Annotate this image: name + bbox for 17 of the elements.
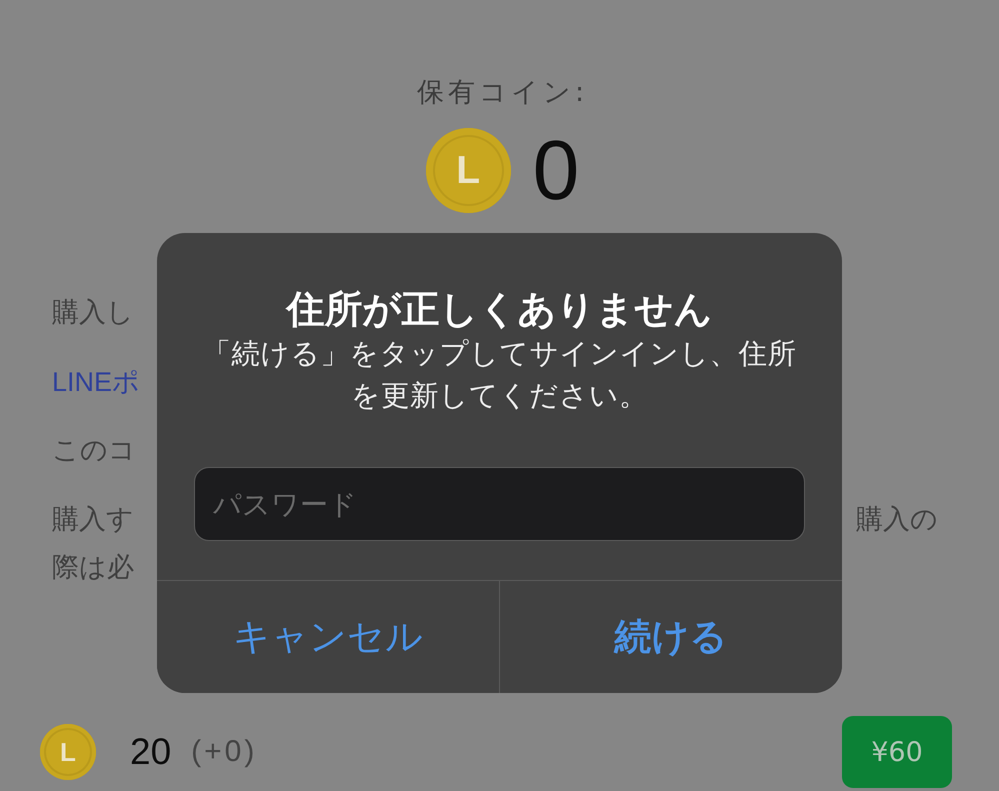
body-text: 購入の bbox=[856, 503, 938, 537]
coin-icon: L bbox=[40, 724, 96, 780]
body-text: 購入し bbox=[52, 296, 134, 330]
link[interactable]: LINEポ bbox=[52, 364, 140, 400]
body-text: 際は必 bbox=[52, 551, 134, 585]
coin-icon: L bbox=[426, 128, 511, 213]
password-field[interactable]: パスワード bbox=[194, 467, 805, 541]
bonus-amount: (+0) bbox=[191, 735, 258, 769]
coin-balance-label: 保有コイン: bbox=[416, 76, 588, 110]
coin-amount: 20 bbox=[130, 731, 172, 773]
body-text: 購入す bbox=[52, 503, 134, 537]
price-button[interactable]: ¥60 bbox=[842, 716, 952, 788]
continue-button[interactable]: 続ける bbox=[499, 581, 842, 693]
dialog-title: 住所が正しくありません bbox=[286, 286, 712, 333]
body-text: このコ bbox=[52, 434, 136, 468]
coin-balance-amount: 0 bbox=[532, 128, 580, 213]
dialog-message: 「続ける」をタップしてサインインし、住所を更新してください。 bbox=[202, 336, 798, 414]
